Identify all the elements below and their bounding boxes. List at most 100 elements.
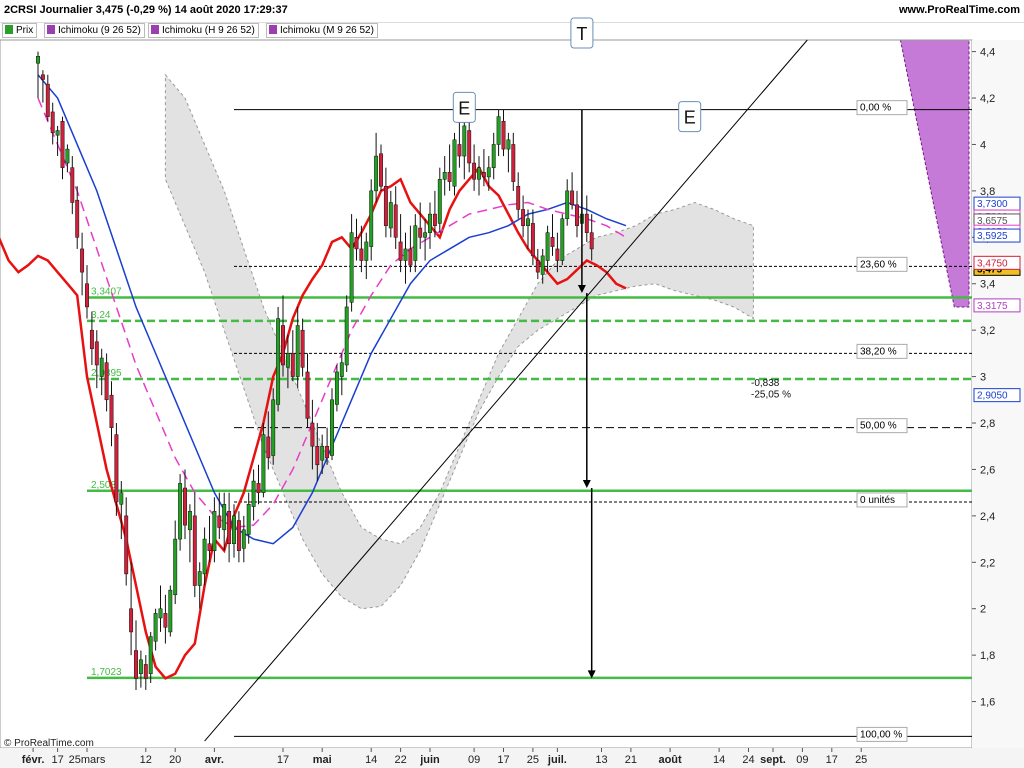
candle-body (530, 223, 535, 257)
x-tick-label: 14 (365, 754, 377, 766)
level-label: 0,00 % (860, 103, 891, 114)
candle-body (403, 248, 408, 261)
candle-body (192, 515, 197, 586)
candle-body (344, 306, 349, 366)
copyright-text: © ProRealTime.com (4, 738, 94, 749)
candle-body (364, 241, 369, 261)
level-label: 0 unités (860, 495, 895, 506)
x-tick-label: juil. (547, 754, 567, 766)
candle-body (432, 213, 437, 226)
candle-body (153, 613, 158, 642)
candle-body (251, 480, 256, 507)
x-tick-label: 17 (497, 754, 509, 766)
candle-body (134, 650, 138, 679)
candle-body (104, 362, 109, 401)
candle-body (99, 357, 104, 377)
price-tag: 3,4750 (977, 258, 1008, 269)
x-tick-label: juin (419, 754, 440, 766)
y-tick-label: 2,6 (980, 464, 995, 476)
candle-body (85, 283, 89, 308)
candle-body (325, 445, 330, 459)
candle-body (148, 636, 153, 674)
y-tick-label: 4,4 (980, 47, 995, 59)
candle-body (442, 172, 447, 180)
candle-body (584, 213, 589, 233)
candle-body (359, 248, 364, 261)
x-tick-label: 17 (826, 754, 838, 766)
candle-body (75, 199, 80, 238)
candle-body (550, 237, 555, 247)
candle-body (589, 232, 594, 250)
candle-body (570, 190, 575, 206)
candle-body (212, 510, 217, 551)
level-label: 100,00 % (860, 729, 902, 740)
price-chart[interactable]: 0,00 % 23,60 % 38,20 % 50,00 % 0 unités 100,0… (0, 0, 1024, 768)
x-tick-label: 20 (169, 754, 181, 766)
candle-body (457, 144, 462, 157)
candle-body (310, 422, 315, 447)
candle-body (374, 155, 379, 192)
candle-body (388, 202, 393, 229)
price-tag: 2,9050 (977, 391, 1008, 402)
candle-body (437, 179, 442, 224)
x-tick-label: 25mars (69, 754, 106, 766)
y-tick-label: 1,8 (980, 650, 995, 662)
candle-body (129, 608, 134, 633)
candle-body (168, 589, 173, 633)
candle-body (55, 130, 60, 136)
pattern-label: E (458, 98, 470, 118)
level-label: 50,00 % (860, 421, 897, 432)
candle-body (256, 483, 261, 493)
y-tick-label: 2,2 (980, 557, 995, 569)
candle-body (246, 504, 251, 535)
x-tick-label: 17 (51, 754, 63, 766)
x-tick-label: 22 (394, 754, 406, 766)
candle-body (217, 515, 222, 528)
level-label: 3,24 (91, 310, 111, 321)
level-label: 3,3407 (91, 287, 122, 298)
candle-body (241, 529, 246, 549)
candle-body (369, 190, 374, 247)
candle-body (305, 371, 310, 419)
candle-body (354, 237, 359, 250)
candle-body (65, 148, 70, 164)
candle-body (295, 325, 300, 377)
candle-body (276, 318, 281, 405)
candle-body (320, 445, 325, 461)
candle-body (50, 111, 55, 134)
x-tick-label: 25 (855, 754, 867, 766)
candle-body (496, 116, 501, 145)
candle-body (315, 445, 320, 466)
candle-body (173, 538, 178, 596)
candle-body (506, 139, 511, 150)
x-axis-band (0, 748, 1024, 768)
y-tick-label: 3,2 (980, 325, 995, 337)
candle-body (178, 483, 183, 540)
candle-body (70, 167, 75, 203)
candle-body (109, 394, 114, 428)
candle-body (521, 209, 526, 226)
candle-body (540, 255, 545, 275)
x-tick-label: août (658, 754, 682, 766)
y-tick-label: 2,4 (980, 511, 995, 523)
pattern-label: E (684, 108, 696, 128)
candle-body (197, 571, 202, 586)
candle-body (45, 83, 50, 117)
candle-body (462, 125, 467, 157)
y-tick-label: 4 (980, 139, 986, 151)
y-tick-label: 3 (980, 372, 986, 384)
candle-body (281, 325, 285, 366)
x-tick-label: 09 (796, 754, 808, 766)
candle-body (300, 329, 305, 368)
candle-body (423, 232, 428, 238)
x-tick-label: mai (313, 754, 332, 766)
candle-body (560, 218, 565, 261)
candle-body (555, 248, 560, 261)
candle-body (467, 130, 472, 164)
candle-body (472, 162, 477, 180)
candle-body (545, 232, 550, 261)
price-tag: 3,5925 (977, 231, 1008, 242)
candle-body (379, 153, 383, 187)
candle-body (207, 543, 212, 551)
candle-body (158, 608, 163, 619)
